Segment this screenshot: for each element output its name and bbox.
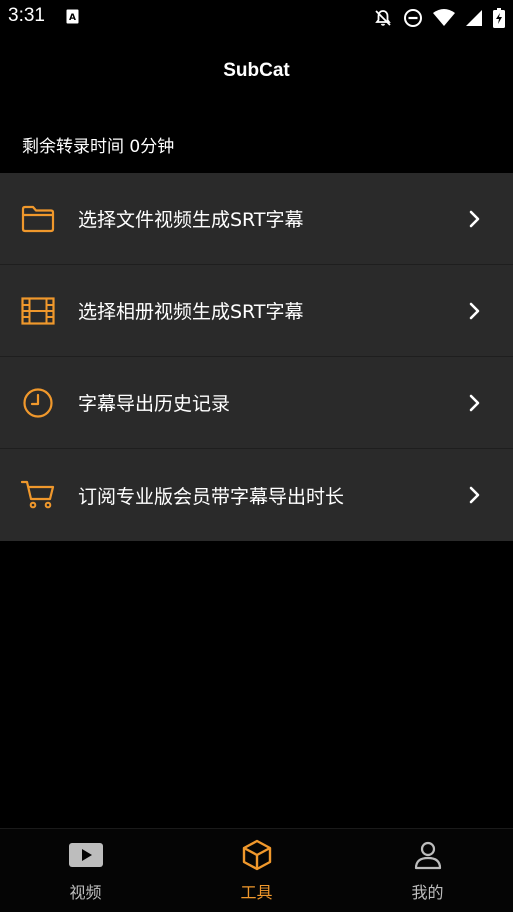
toolbox-icon [239,839,275,871]
menu-item-select-album-video[interactable]: 选择相册视频生成SRT字幕 [0,265,513,357]
status-icons [373,6,505,30]
tab-label: 工具 [240,883,273,902]
app-title: SubCat [223,60,290,81]
clock-icon [21,386,55,420]
cart-icon [21,478,55,512]
menu-item-export-history[interactable]: 字幕导出历史记录 [0,357,513,449]
tool-menu-list: 选择文件视频生成SRT字幕 选择相册视频生成SRT字幕 字幕导出历史记录 订阅专… [0,173,513,541]
tab-label: 视频 [69,883,102,902]
status-time: 3:31 [8,5,45,26]
menu-item-label: 订阅专业版会员带字幕导出时长 [78,485,345,508]
menu-item-label: 选择相册视频生成SRT字幕 [78,301,304,323]
a-notification-icon: A [66,9,79,24]
video-play-icon [68,839,104,871]
user-icon [410,839,446,871]
chevron-right-icon [468,302,482,320]
remaining-time-text: 剩余转录时间 0分钟 [22,137,175,157]
film-icon [21,294,55,328]
chevron-right-icon [468,210,482,228]
status-bar: 3:31 A [0,0,513,36]
bottom-nav: 视频 工具 我的 [0,828,513,912]
signal-icon [465,9,483,27]
menu-item-label: 选择文件视频生成SRT字幕 [78,209,304,231]
do-not-disturb-icon [403,8,423,28]
menu-item-label: 字幕导出历史记录 [78,393,231,415]
chevron-right-icon [468,486,482,504]
menu-item-select-file-video[interactable]: 选择文件视频生成SRT字幕 [0,173,513,265]
tab-video[interactable]: 视频 [0,829,171,912]
battery-charging-icon [493,8,505,28]
svg-text:A: A [69,13,76,23]
wifi-icon [433,9,455,27]
tab-tools[interactable]: 工具 [171,829,342,912]
menu-item-subscribe-pro[interactable]: 订阅专业版会员带字幕导出时长 [0,449,513,541]
chevron-right-icon [468,394,482,412]
folder-icon [21,202,55,236]
bell-off-icon [373,8,393,28]
tab-label: 我的 [411,883,444,902]
tab-mine[interactable]: 我的 [342,829,513,912]
